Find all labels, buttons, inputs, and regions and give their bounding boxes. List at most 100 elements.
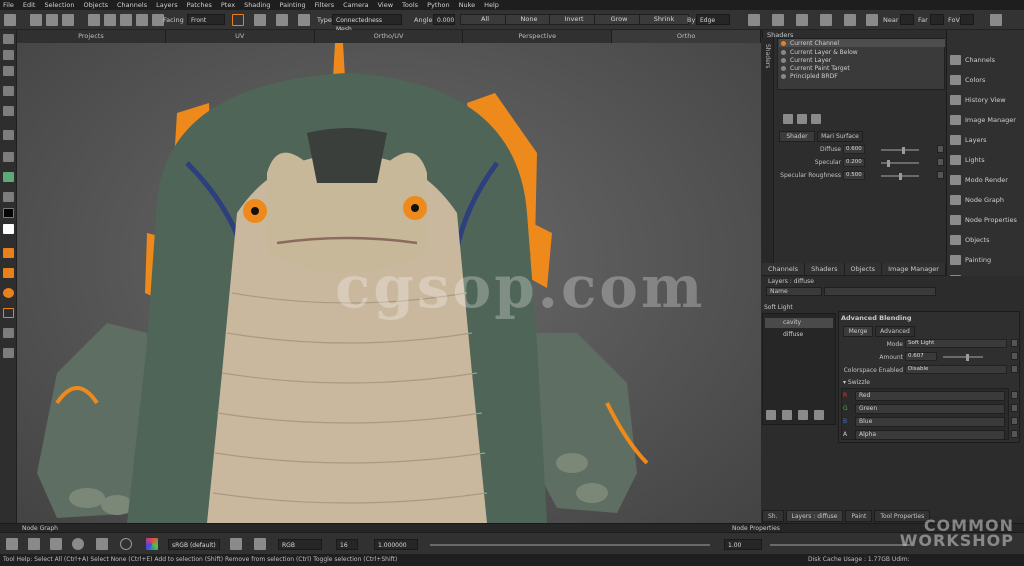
sidebar-item-layers[interactable]: Layers <box>950 132 1024 148</box>
add-layer-icon[interactable] <box>766 410 776 420</box>
colorspace-select[interactable]: sRGB (default) <box>168 539 220 550</box>
tab-shaders[interactable]: Shaders <box>805 263 845 275</box>
pick-icon[interactable] <box>88 14 100 26</box>
sidebar-item-node-properties[interactable]: Node Properties <box>950 212 1024 228</box>
specular-slider[interactable] <box>881 159 919 167</box>
layers-filter-input[interactable] <box>824 287 936 296</box>
swizzle-blue-select[interactable]: Blue <box>855 417 1005 427</box>
file-save-icon[interactable] <box>62 14 74 26</box>
menu-painting[interactable]: Painting <box>279 1 305 9</box>
wireframe-icon[interactable] <box>820 14 832 26</box>
menu-objects[interactable]: Objects <box>83 1 108 9</box>
mode-select[interactable]: Soft Light <box>905 339 1007 348</box>
select-tool-icon[interactable] <box>4 14 16 26</box>
fstop-field[interactable]: 16 <box>336 539 358 550</box>
menu-channels[interactable]: Channels <box>117 1 147 9</box>
shrink-button[interactable]: Shrink <box>639 14 689 25</box>
swizzle-blue-map-button[interactable] <box>1011 417 1018 425</box>
sidebar-item-modo-render[interactable]: Modo Render <box>950 172 1024 188</box>
layers-filter-select[interactable]: Name <box>766 287 822 296</box>
lut-icon[interactable] <box>230 538 242 550</box>
render-icon[interactable] <box>796 14 808 26</box>
transform-icon[interactable] <box>3 130 14 140</box>
fill-icon[interactable] <box>3 172 14 182</box>
duplicate-shader-icon[interactable] <box>797 114 807 124</box>
sidebar-item-image-manager[interactable]: Image Manager <box>950 112 1024 128</box>
move-icon[interactable] <box>3 50 14 60</box>
file-new-icon[interactable] <box>30 14 42 26</box>
paint-brush-icon[interactable] <box>3 152 14 162</box>
menu-edit[interactable]: Edit <box>23 1 36 9</box>
gamma-field[interactable]: 1.00 <box>724 539 762 550</box>
menu-camera[interactable]: Camera <box>343 1 369 9</box>
paint-tool-icon[interactable] <box>3 248 14 258</box>
colorspace-select[interactable]: Disable <box>905 365 1007 374</box>
tab-uv[interactable]: UV <box>165 30 315 43</box>
type-select[interactable]: Connectedness Mesh <box>332 14 402 33</box>
specular-roughness-map-button[interactable] <box>937 171 944 179</box>
shader-item-principled-brdf[interactable]: Principled BRDF <box>779 72 945 80</box>
amount-field[interactable]: 0.607 <box>905 352 937 361</box>
histogram-icon[interactable] <box>254 538 266 550</box>
swizzle-red-select[interactable]: Red <box>855 391 1005 401</box>
gain-field[interactable]: 1.000000 <box>374 539 418 550</box>
grow-button[interactable]: Grow <box>594 14 644 25</box>
rotate-tool-icon[interactable] <box>72 538 84 550</box>
foreground-color-swatch[interactable] <box>3 208 14 218</box>
brush-select-icon[interactable] <box>298 14 310 26</box>
tab-ortho-uv[interactable]: Ortho/UV <box>314 30 464 43</box>
tab-advanced[interactable]: Advanced <box>875 326 915 337</box>
slider-knob[interactable] <box>887 159 891 167</box>
fov-field[interactable] <box>960 14 974 25</box>
smear-icon[interactable] <box>3 328 14 338</box>
gamma-slider[interactable] <box>770 544 910 546</box>
sidebar-item-node-graph[interactable]: Node Graph <box>950 192 1024 208</box>
menu-view[interactable]: View <box>378 1 393 9</box>
slider-knob[interactable] <box>965 353 969 361</box>
tab-mari-surface[interactable]: Mari Surface <box>817 131 863 142</box>
tab-perspective[interactable]: Perspective <box>463 30 613 43</box>
blur-tool-icon[interactable] <box>3 288 14 298</box>
clone-tool-icon[interactable] <box>3 308 14 318</box>
camera-icon[interactable] <box>748 14 760 26</box>
zoom-icon[interactable] <box>3 86 14 96</box>
layer-item-cavity[interactable]: cavity <box>765 318 833 328</box>
undo-icon[interactable] <box>6 538 18 550</box>
add-shader-icon[interactable] <box>783 114 793 124</box>
by-select[interactable]: Edge <box>696 14 730 25</box>
invert-button[interactable]: Invert <box>549 14 599 25</box>
tab-shader[interactable]: Shader <box>779 131 815 142</box>
specular-field[interactable]: 0.200 <box>843 158 865 167</box>
specular-roughness-slider[interactable] <box>881 172 919 180</box>
tab-image-manager[interactable]: Image Manager <box>882 263 946 275</box>
paint-through-icon[interactable] <box>3 268 14 278</box>
swizzle-green-map-button[interactable] <box>1011 404 1018 412</box>
slider-knob[interactable] <box>898 172 902 180</box>
menu-file[interactable]: File <box>3 1 14 9</box>
shader-item-current-paint-target[interactable]: Current Paint Target <box>779 64 945 72</box>
near-field[interactable] <box>900 14 914 25</box>
diffuse-map-button[interactable] <box>937 145 944 153</box>
select-all-button[interactable]: All <box>460 14 510 25</box>
menu-python[interactable]: Python <box>427 1 450 9</box>
sidebar-item-channels[interactable]: Channels <box>950 52 1024 68</box>
file-open-icon[interactable] <box>46 14 58 26</box>
amount-slider[interactable] <box>943 353 983 361</box>
shader-item-current-layer-below[interactable]: Current Layer & Below <box>779 48 945 56</box>
tab-merge[interactable]: Merge <box>843 326 873 337</box>
menu-filters[interactable]: Filters <box>315 1 334 9</box>
grid-select-icon[interactable] <box>104 14 116 26</box>
dots-icon[interactable] <box>3 348 14 358</box>
channel-select[interactable]: RGB <box>278 539 322 550</box>
tab-objects[interactable]: Objects <box>844 263 883 275</box>
menu-nuke[interactable]: Nuke <box>459 1 476 9</box>
grid-icon[interactable] <box>866 14 878 26</box>
tab-paint[interactable]: Paint <box>845 510 873 522</box>
layer-item-diffuse[interactable]: diffuse <box>765 330 833 340</box>
sidebar-item-lights[interactable]: Lights <box>950 152 1024 168</box>
tab-channels[interactable]: Channels <box>762 263 806 275</box>
swizzle-green-select[interactable]: Green <box>855 404 1005 414</box>
colorspace-map-button[interactable] <box>1011 365 1018 373</box>
tab-sh[interactable]: Sh. <box>762 510 784 522</box>
color-wheel-icon[interactable] <box>146 538 158 550</box>
